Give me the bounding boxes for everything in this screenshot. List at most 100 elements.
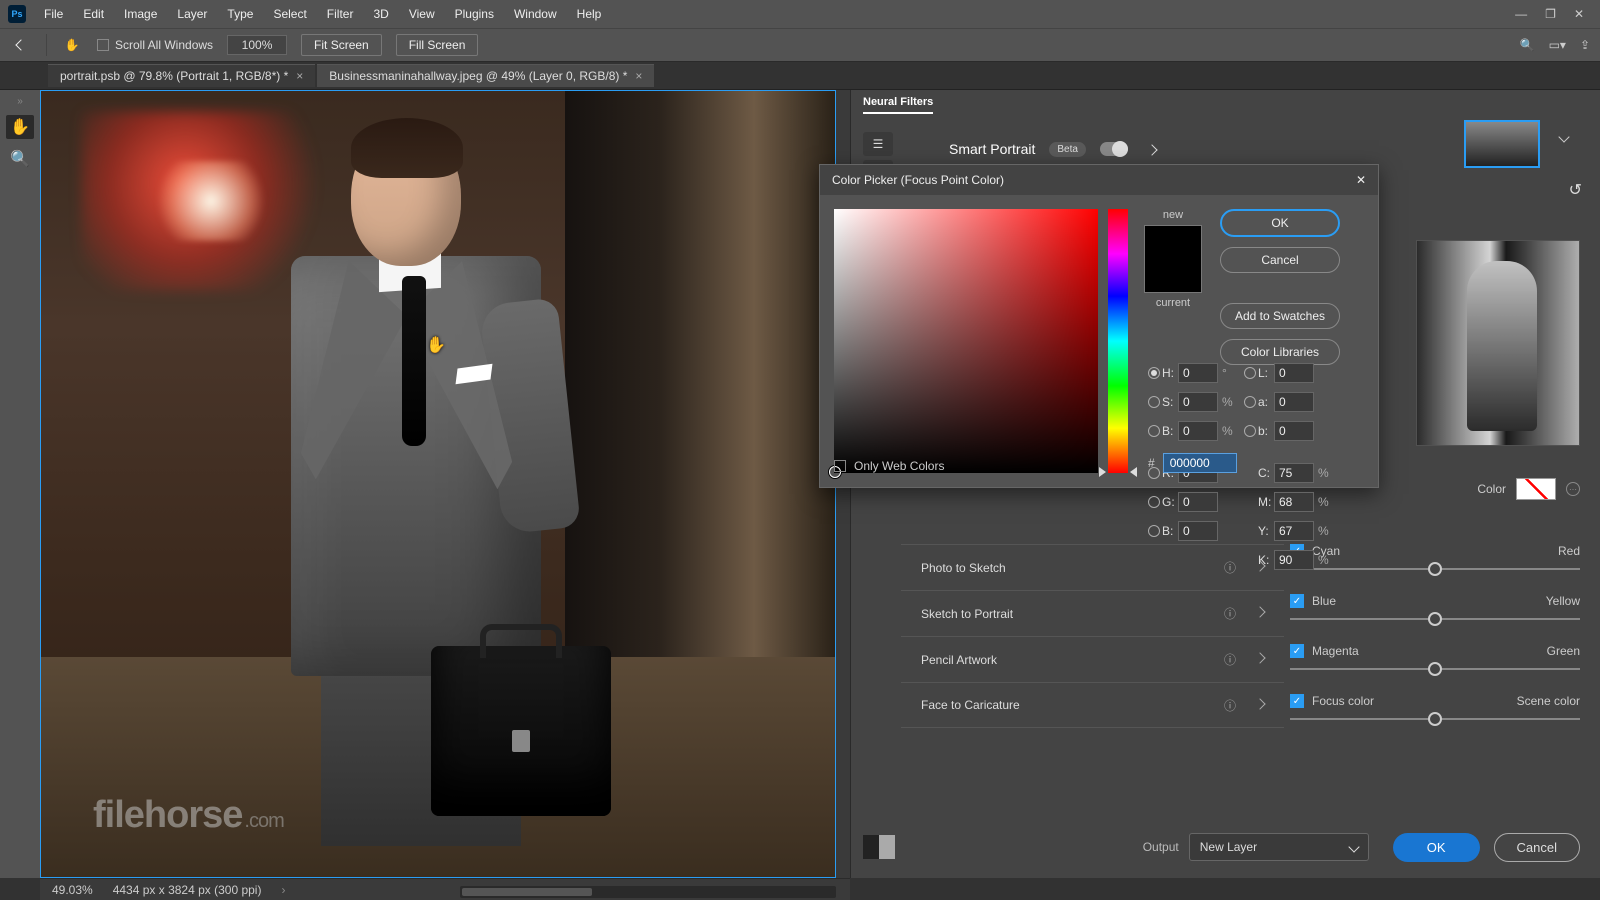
l-field[interactable]: 0 — [1274, 363, 1314, 383]
picker-cancel-button[interactable]: Cancel — [1220, 247, 1340, 273]
next-filter-icon[interactable] — [1148, 141, 1156, 157]
menu-type[interactable]: Type — [219, 3, 261, 25]
checkbox-icon[interactable]: ✓ — [1290, 594, 1304, 608]
blue-field[interactable]: 0 — [1178, 521, 1218, 541]
info-icon[interactable]: ⓘ — [1224, 651, 1236, 668]
info-icon[interactable]: ⓘ — [1224, 605, 1236, 622]
checkbox-icon[interactable]: ✓ — [1290, 694, 1304, 708]
face-thumbnail[interactable] — [1464, 120, 1540, 168]
status-zoom[interactable]: 49.03% — [52, 883, 93, 897]
slider-knob[interactable] — [1428, 562, 1442, 576]
y-field[interactable]: 67 — [1274, 521, 1314, 541]
chevron-right-icon[interactable] — [1256, 697, 1264, 714]
menu-window[interactable]: Window — [506, 3, 565, 25]
add-to-swatches-button[interactable]: Add to Swatches — [1220, 303, 1340, 329]
filter-pencil-artwork[interactable]: Pencil Artwork ⓘ — [901, 636, 1284, 682]
checkbox-icon[interactable]: ✓ — [1290, 644, 1304, 658]
radio-l[interactable] — [1244, 367, 1256, 379]
reset-icon[interactable]: ↺ — [1569, 180, 1582, 200]
chevron-right-icon[interactable] — [1256, 651, 1264, 668]
chevron-right-icon[interactable] — [1256, 605, 1264, 622]
scroll-all-windows-checkbox[interactable]: Scroll All Windows — [97, 38, 213, 52]
filter-enable-toggle[interactable] — [1100, 142, 1128, 156]
h-field[interactable]: 0 — [1178, 363, 1218, 383]
menu-file[interactable]: File — [36, 3, 71, 25]
slider-knob[interactable] — [1428, 612, 1442, 626]
hex-field[interactable]: 000000 — [1163, 453, 1237, 473]
menu-view[interactable]: View — [401, 3, 443, 25]
output-label: Output — [1143, 840, 1179, 854]
radio-h[interactable] — [1148, 367, 1160, 379]
status-chevron-icon[interactable]: › — [281, 883, 285, 897]
document-canvas[interactable]: ✋ filehorse.com — [40, 90, 836, 878]
radio-g[interactable] — [1148, 496, 1160, 508]
s-field[interactable]: 0 — [1178, 392, 1218, 412]
hand-tool[interactable]: ✋ — [6, 115, 34, 139]
zoom-level-field[interactable]: 100% — [227, 35, 287, 55]
picker-ok-button[interactable]: OK — [1220, 209, 1340, 237]
home-back-button[interactable] — [10, 34, 32, 56]
dialog-close-icon[interactable]: ✕ — [1356, 173, 1366, 187]
g-field[interactable]: 0 — [1178, 492, 1218, 512]
filter-list-mode-icon[interactable]: ☰ — [863, 132, 893, 156]
radio-bl[interactable] — [1148, 525, 1160, 537]
panel-tab-neural-filters[interactable]: Neural Filters — [863, 96, 933, 114]
chevron-down-icon — [1348, 841, 1359, 852]
slider-focus-scene[interactable]: ✓Focus colorScene color — [1290, 694, 1580, 724]
share-icon[interactable]: ⇪ — [1580, 38, 1590, 52]
tab-portrait[interactable]: portrait.psb @ 79.8% (Portrait 1, RGB/8*… — [48, 64, 315, 87]
ok-button[interactable]: OK — [1393, 833, 1480, 862]
saturation-value-field[interactable] — [834, 209, 1098, 473]
slider-knob[interactable] — [1428, 662, 1442, 676]
only-web-colors-checkbox[interactable] — [834, 460, 846, 472]
m-field[interactable]: 68 — [1274, 492, 1314, 512]
slider-magenta-green[interactable]: ✓MagentaGreen — [1290, 644, 1580, 674]
menu-edit[interactable]: Edit — [75, 3, 112, 25]
hand-tool-icon[interactable]: ✋ — [61, 34, 83, 56]
cursor-hand-icon: ✋ — [426, 335, 446, 355]
k-field[interactable]: 90 — [1274, 550, 1314, 570]
cancel-button[interactable]: Cancel — [1494, 833, 1580, 862]
slider-knob[interactable] — [1428, 712, 1442, 726]
hue-slider[interactable] — [1108, 209, 1128, 473]
fit-screen-button[interactable]: Fit Screen — [301, 34, 382, 56]
tab-close-icon[interactable]: × — [635, 69, 642, 83]
menu-filter[interactable]: Filter — [319, 3, 362, 25]
radio-bv[interactable] — [1148, 425, 1160, 437]
tab-close-icon[interactable]: × — [296, 69, 303, 83]
a-field[interactable]: 0 — [1274, 392, 1314, 412]
info-icon[interactable]: ⓘ — [1224, 697, 1236, 714]
menu-image[interactable]: Image — [116, 3, 165, 25]
menu-layer[interactable]: Layer — [169, 3, 215, 25]
output-select[interactable]: New Layer — [1189, 833, 1369, 861]
preview-toggle-button[interactable] — [863, 835, 895, 859]
fill-screen-button[interactable]: Fill Screen — [396, 34, 479, 56]
menu-plugins[interactable]: Plugins — [447, 3, 502, 25]
zoom-tool[interactable]: 🔍 — [6, 147, 34, 171]
tab-businessman[interactable]: Businessmaninahallway.jpeg @ 49% (Layer … — [317, 64, 654, 87]
thumbnail-dropdown-icon[interactable] — [1560, 130, 1568, 144]
maximize-icon[interactable]: ❐ — [1545, 7, 1556, 21]
radio-b[interactable] — [1244, 425, 1256, 437]
color-options-icon[interactable]: ⋯ — [1566, 482, 1580, 496]
radio-s[interactable] — [1148, 396, 1160, 408]
b-field[interactable]: 0 — [1274, 421, 1314, 441]
slider-blue-yellow[interactable]: ✓BlueYellow — [1290, 594, 1580, 624]
menu-help[interactable]: Help — [569, 3, 610, 25]
color-libraries-button[interactable]: Color Libraries — [1220, 339, 1340, 365]
workspace-icon[interactable]: ▭▾ — [1549, 38, 1566, 52]
filter-sketch-to-portrait[interactable]: Sketch to Portrait ⓘ — [901, 590, 1284, 636]
minimize-icon[interactable]: — — [1515, 7, 1527, 21]
menu-select[interactable]: Select — [265, 3, 314, 25]
color-swatch[interactable] — [1516, 478, 1556, 500]
close-icon[interactable]: ✕ — [1574, 7, 1584, 21]
filter-face-to-caricature[interactable]: Face to Caricature ⓘ — [901, 682, 1284, 728]
canvas-area: ✋ filehorse.com — [40, 90, 850, 878]
menu-3d[interactable]: 3D — [365, 3, 396, 25]
horizontal-scrollbar[interactable] — [460, 886, 836, 898]
bv-field[interactable]: 0 — [1178, 421, 1218, 441]
only-web-colors-label: Only Web Colors — [854, 459, 944, 473]
search-icon[interactable]: 🔍 — [1520, 38, 1535, 52]
c-field[interactable]: 75 — [1274, 463, 1314, 483]
radio-a[interactable] — [1244, 396, 1256, 408]
